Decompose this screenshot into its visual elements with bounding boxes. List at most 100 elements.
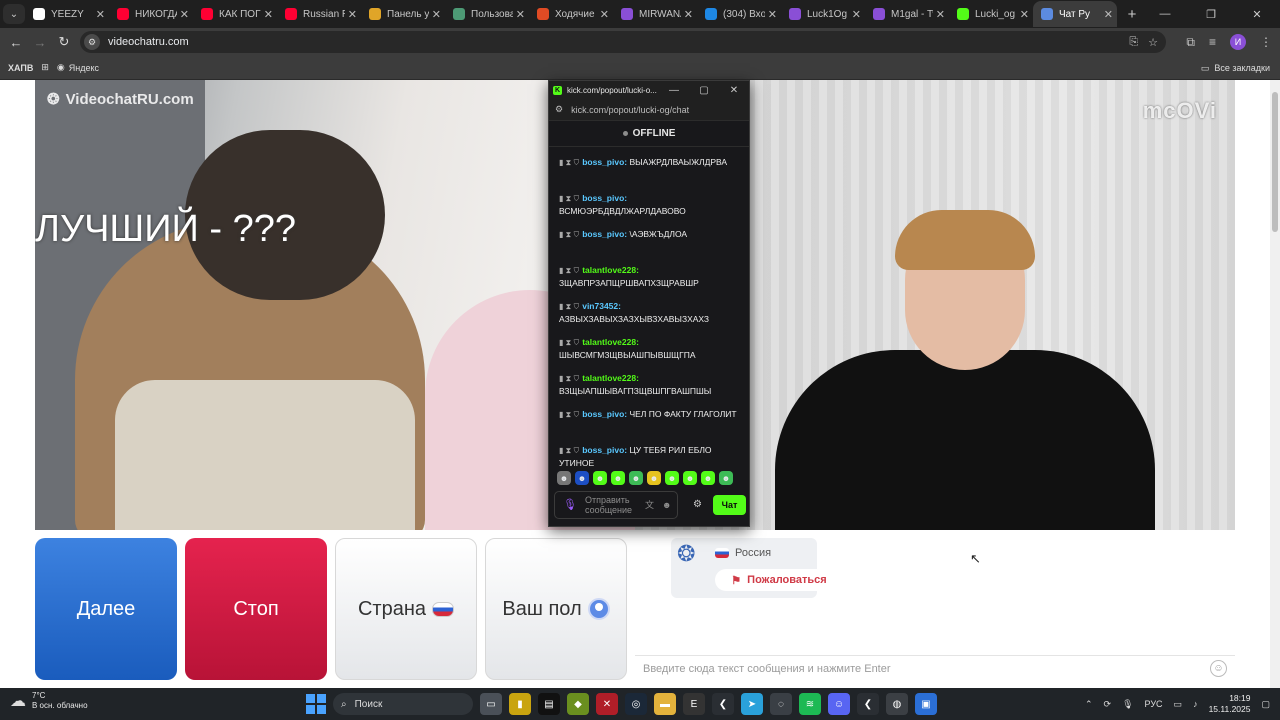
chat-username[interactable]: boss_pivo: [582, 445, 627, 455]
bookmark-yandex[interactable]: ◉ Яндекс [57, 62, 99, 73]
menu-icon[interactable]: ⋮ [1260, 35, 1272, 49]
chat-username[interactable]: talantlove228: [582, 337, 639, 347]
folder-icon[interactable]: ▬ [654, 693, 676, 715]
page-scrollbar[interactable] [1270, 80, 1280, 688]
browser-tab[interactable]: Luck1Og ✕ [781, 1, 865, 27]
task-view-icon[interactable]: ▭ [480, 693, 502, 715]
site-settings-icon[interactable]: ⚙ [555, 104, 563, 115]
clock[interactable]: 18:19 15.11.2025 [1209, 693, 1251, 715]
browser-tab[interactable]: Lucki_og ✕ [949, 1, 1033, 27]
minimize-icon[interactable]: — [1142, 8, 1188, 20]
tab-close-icon[interactable]: ✕ [852, 8, 861, 21]
tab-close-icon[interactable]: ✕ [180, 8, 189, 21]
tab-close-icon[interactable]: ✕ [600, 8, 609, 21]
apps-grid-icon[interactable]: ⊞ [41, 62, 49, 73]
tab-close-icon[interactable]: ✕ [432, 8, 441, 21]
browser-tab[interactable]: КАК ПОГИ✕ [193, 1, 277, 27]
url-text[interactable]: videochatru.com [108, 36, 189, 48]
chat-username[interactable]: boss_pivo: [582, 157, 627, 167]
tab-search-button[interactable]: ⌄ [3, 4, 25, 24]
browser-app-icon[interactable]: ▣ [915, 693, 937, 715]
reload-icon[interactable]: ↻ [52, 34, 76, 50]
notifications-icon[interactable]: ▢ [1261, 699, 1270, 710]
site-info-icon[interactable]: ⚙ [84, 34, 100, 50]
tab-close-icon[interactable]: ✕ [96, 8, 105, 21]
terminal-icon[interactable]: ▤ [538, 693, 560, 715]
discord-icon[interactable]: ☺ [828, 693, 850, 715]
stop-button[interactable]: Стоп [185, 538, 327, 680]
extensions-icon[interactable]: ⧉ [1186, 35, 1195, 50]
taskbar-search[interactable]: ⌕ Поиск [333, 693, 473, 715]
language-indicator[interactable]: РУС [1145, 699, 1163, 709]
chat-username[interactable]: vin73452: [582, 301, 621, 311]
browser-tab[interactable]: YEEZY ✕ [25, 1, 109, 27]
app-icon[interactable]: ▮ [509, 693, 531, 715]
emoji-icon[interactable]: ☻ [662, 500, 671, 510]
app-icon[interactable]: ❮ [712, 693, 734, 715]
tab-close-icon[interactable]: ✕ [348, 8, 357, 21]
chat-input[interactable]: 🎙 Отправить сообщение 文 ☻ [554, 491, 678, 519]
microphone-icon[interactable]: 🎙 [1122, 699, 1133, 710]
browser-tab[interactable]: MIRWANA✕ [613, 1, 697, 27]
emote-icon[interactable]: ☻ [683, 471, 697, 485]
emoji-icon[interactable]: ☺ [1210, 660, 1227, 677]
tab-close-icon[interactable]: ✕ [516, 8, 525, 21]
report-button[interactable]: ⚑ Пожаловаться [715, 569, 843, 591]
chrome-icon[interactable]: ◍ [886, 693, 908, 715]
browser-tab[interactable]: Панель уп✕ [361, 1, 445, 27]
app-x-icon[interactable]: ✕ [596, 693, 618, 715]
minimize-icon[interactable]: — [659, 85, 689, 96]
telegram-icon[interactable]: ➤ [741, 693, 763, 715]
message-input[interactable]: Введите сюда текст сообщения и нажмите E… [635, 655, 1235, 681]
app-icon[interactable]: ◌ [770, 693, 792, 715]
steam-icon[interactable]: ◎ [625, 693, 647, 715]
forward-icon[interactable]: → [28, 35, 52, 50]
emote-icon[interactable]: ☻ [557, 471, 571, 485]
epic-games-icon[interactable]: E [683, 693, 705, 715]
new-tab-button[interactable]: + [1121, 6, 1143, 23]
nvidia-icon[interactable]: ◆ [567, 693, 589, 715]
app-icon[interactable]: ❮ [857, 693, 879, 715]
chat-settings-icon[interactable]: ⚙ [693, 499, 702, 510]
tab-close-icon[interactable]: ✕ [684, 8, 693, 21]
emote-icon[interactable]: ☻ [575, 471, 589, 485]
scroll-thumb[interactable] [1272, 92, 1278, 232]
bookmark-xapb[interactable]: ХАПВ [8, 63, 33, 73]
back-icon[interactable]: ← [4, 35, 28, 50]
network-icon[interactable]: ▭ [1174, 699, 1183, 710]
browser-tab[interactable]: Пользова ✕ [445, 1, 529, 27]
tab-close-icon[interactable]: ✕ [768, 8, 777, 21]
chat-username[interactable]: talantlove228: [582, 373, 639, 383]
emote-icon[interactable]: ☻ [647, 471, 661, 485]
browser-tab[interactable]: НИКОГДА ✕ [109, 1, 193, 27]
tab-close-icon[interactable]: ✕ [936, 8, 945, 21]
chat-send-button[interactable]: Чат [713, 495, 746, 515]
emote-icon[interactable]: ☻ [611, 471, 625, 485]
country-button[interactable]: Страна [335, 538, 477, 680]
chat-username[interactable]: talantlove228: [582, 265, 639, 275]
volume-icon[interactable]: ♪ [1193, 699, 1198, 709]
maximize-icon[interactable]: ❐ [1188, 8, 1234, 21]
gender-button[interactable]: Ваш пол [485, 538, 627, 680]
tab-close-icon[interactable]: ✕ [264, 8, 273, 21]
browser-tab[interactable]: Чат Ру ✕ [1033, 1, 1117, 27]
weather-widget[interactable]: ☁ 7°C В осн. облачно [10, 691, 88, 711]
emote-icon[interactable]: ☻ [629, 471, 643, 485]
browser-tab[interactable]: (304) Вход✕ [697, 1, 781, 27]
chat-username[interactable]: boss_pivo: [582, 229, 627, 239]
browser-tab[interactable]: M1gal - Tw✕ [865, 1, 949, 27]
install-app-icon[interactable]: ⎘ [1129, 36, 1138, 49]
media-icon[interactable]: ≡ [1209, 35, 1216, 49]
microphone-icon[interactable]: 🎙 [563, 500, 577, 511]
tab-close-icon[interactable]: ✕ [1020, 8, 1029, 21]
address-bar[interactable]: ⚙ videochatru.com ⎘ ☆ [80, 31, 1166, 53]
app-tray-icon[interactable]: ⟳ [1104, 699, 1112, 710]
bookmark-star-icon[interactable]: ☆ [1148, 36, 1158, 49]
emote-icon[interactable]: ☻ [719, 471, 733, 485]
chat-username[interactable]: boss_pivo: [582, 409, 627, 419]
close-icon[interactable]: ✕ [1234, 8, 1280, 21]
all-bookmarks[interactable]: ▭ Все закладки [1201, 56, 1270, 80]
next-button[interactable]: Далее [35, 538, 177, 680]
profile-avatar[interactable]: И [1230, 34, 1246, 50]
start-icon[interactable] [306, 694, 326, 714]
